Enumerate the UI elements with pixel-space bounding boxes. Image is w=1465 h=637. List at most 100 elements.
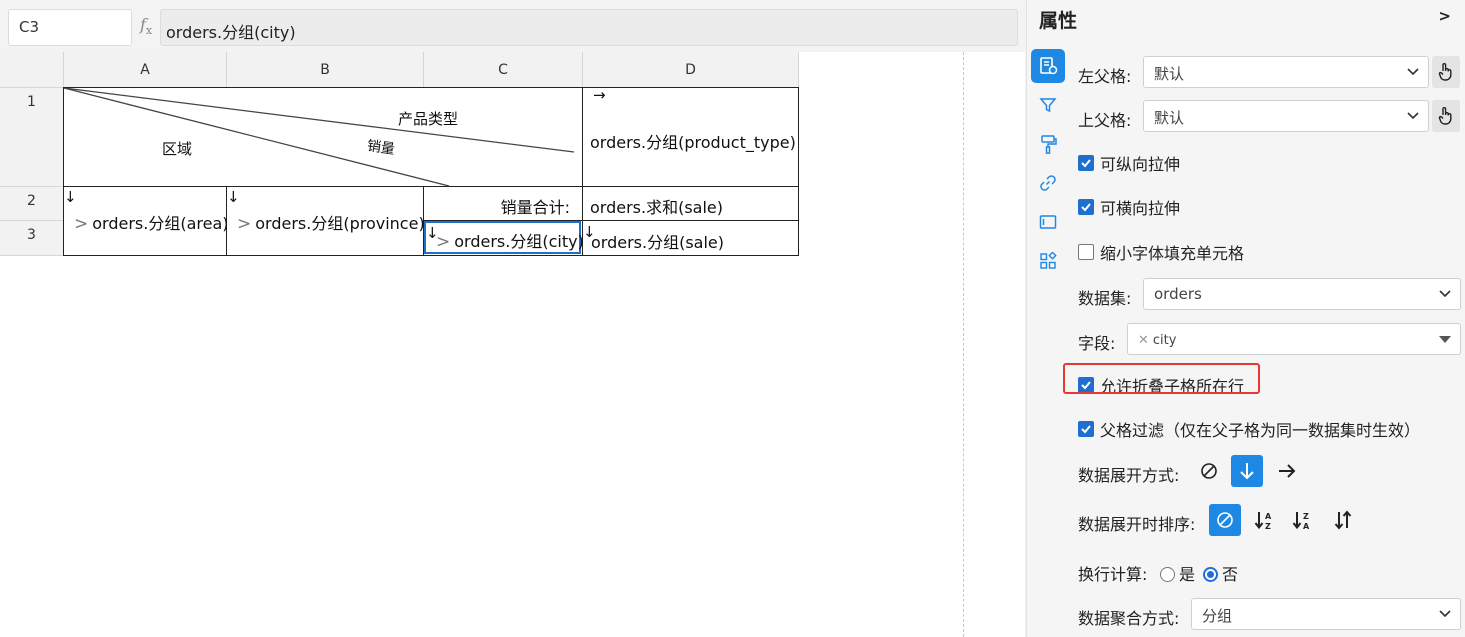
radio-checked-icon[interactable] (1203, 567, 1218, 582)
slash-label-middle: 销量 (365, 138, 396, 158)
cell-property-icon[interactable] (1031, 49, 1065, 83)
cell-b2-content: > orders.分组(province) (237, 210, 425, 234)
radio-unchecked-icon[interactable] (1160, 567, 1175, 582)
spreadsheet-grid[interactable]: A B C D 1 2 3 产品类型 销量 区域 → orders.分组(pro… (0, 52, 1025, 637)
dataset-select[interactable]: orders (1143, 278, 1461, 310)
expand-sort-label: 数据展开时排序: (1078, 515, 1196, 534)
wrap-calc-yes-label: 是 (1179, 565, 1196, 584)
sort-descending-icon[interactable]: ZA (1287, 504, 1319, 536)
top-parent-value: 默认 (1154, 109, 1185, 127)
sort-custom-icon[interactable] (1327, 504, 1359, 536)
top-parent-pick-button[interactable] (1432, 100, 1460, 132)
page-break-line (963, 52, 964, 637)
svg-text:A: A (1303, 522, 1310, 531)
aggregate-select[interactable]: 分组 (1191, 598, 1461, 630)
property-panel: 属性 > 左父格: 默认 上父格: 默认 可纵向拉伸 可横向拉伸 缩小字体填充单… (1026, 0, 1465, 637)
wrap-calc-no-radio[interactable]: 否 (1203, 561, 1238, 585)
function-icon[interactable]: fx (140, 15, 152, 37)
top-parent-select[interactable]: 默认 (1143, 100, 1429, 132)
cell-d3[interactable]: ↓ orders.分组(sale) (583, 221, 799, 256)
field-tag: city (1152, 333, 1177, 348)
extension-icon[interactable] (1031, 244, 1065, 278)
checkbox-checked-icon[interactable] (1078, 155, 1094, 171)
aggregate-value: 分组 (1202, 607, 1233, 625)
highlight-annotation-box (1063, 363, 1260, 394)
vertical-expand-arrow-icon: ↓ (64, 188, 77, 206)
caret-down-icon (1438, 332, 1452, 350)
horizontal-expand-arrow-icon: → (593, 86, 606, 104)
cell-d3-text: orders.分组(sale) (591, 233, 725, 252)
chevron-right-icon[interactable]: > (436, 232, 450, 252)
diagonal-lines (64, 88, 575, 187)
expand-vertical-icon[interactable] (1231, 455, 1263, 487)
left-parent-label: 左父格: (1078, 67, 1132, 86)
cell-c2[interactable]: 销量合计: (424, 187, 583, 221)
expand-horizontal-icon[interactable] (1271, 455, 1303, 487)
widget-icon[interactable] (1031, 205, 1065, 239)
cell-b2-text: orders.分组(province) (255, 214, 425, 233)
collapse-panel-icon[interactable]: > (1438, 7, 1451, 25)
left-parent-value: 默认 (1154, 65, 1185, 83)
svg-text:A: A (1265, 512, 1272, 521)
expand-none-icon[interactable] (1193, 455, 1225, 487)
left-parent-pick-button[interactable] (1432, 56, 1460, 88)
parent-filter-checkbox[interactable]: 父格过滤（仅在父子格为同一数据集时生效） (1078, 417, 1420, 441)
left-parent-select[interactable]: 默认 (1143, 56, 1429, 88)
filter-icon[interactable] (1031, 88, 1065, 122)
row-header-3[interactable]: 3 (0, 221, 64, 256)
chevron-right-icon[interactable]: > (237, 214, 251, 234)
column-header-c[interactable]: C (424, 52, 583, 88)
sort-none-icon[interactable] (1209, 504, 1241, 536)
shrink-font-checkbox[interactable]: 缩小字体填充单元格 (1078, 240, 1244, 264)
slash-label-bottom: 区域 (162, 140, 193, 158)
dataset-value: orders (1154, 285, 1202, 303)
cell-d1-text: orders.分组(product_type) (590, 133, 796, 152)
cell-a2-text: orders.分组(area) (92, 214, 229, 233)
cell-b2[interactable]: ↓ > orders.分组(province) (227, 187, 425, 256)
column-header-a[interactable]: A (64, 52, 227, 88)
hand-pointer-icon (1438, 107, 1452, 125)
format-brush-icon[interactable] (1031, 127, 1065, 161)
column-header-d[interactable]: D (583, 52, 799, 88)
wrap-calc-yes-radio[interactable]: 是 (1160, 561, 1195, 585)
field-select[interactable]: ✕ city (1127, 323, 1461, 355)
panel-icon-bar (1027, 46, 1067, 637)
cell-reference-box[interactable]: C3 (8, 9, 132, 46)
svg-text:Z: Z (1303, 512, 1309, 521)
link-icon[interactable] (1031, 166, 1065, 200)
cell-d1[interactable]: → orders.分组(product_type) (583, 87, 799, 187)
formula-input[interactable]: orders.分组(city) (160, 9, 1018, 46)
row-header-2[interactable]: 2 (0, 187, 64, 221)
cell-a2-content: > orders.分组(area) (74, 210, 229, 234)
hand-pointer-icon (1438, 63, 1452, 81)
slash-header-cell[interactable]: 产品类型 销量 区域 (63, 87, 583, 187)
stretch-vertical-label: 可纵向拉伸 (1100, 155, 1181, 174)
cell-d2[interactable]: orders.求和(sale) (583, 187, 799, 221)
chevron-down-icon (1406, 106, 1420, 128)
dataset-label: 数据集: (1078, 289, 1132, 308)
cell-c3-text: orders.分组(city) (454, 232, 584, 251)
chevron-down-icon (1406, 62, 1420, 84)
slash-label-top: 产品类型 (398, 110, 459, 128)
cell-c2-text: 销量合计: (500, 198, 570, 217)
checkbox-checked-icon[interactable] (1078, 421, 1094, 437)
stretch-horizontal-label: 可横向拉伸 (1100, 199, 1181, 218)
cell-a2[interactable]: ↓ > orders.分组(area) (63, 187, 229, 256)
stretch-horizontal-checkbox[interactable]: 可横向拉伸 (1078, 195, 1180, 219)
sort-ascending-icon[interactable]: AZ (1249, 504, 1281, 536)
row-header-1[interactable]: 1 (0, 88, 64, 187)
stretch-vertical-checkbox[interactable]: 可纵向拉伸 (1078, 151, 1180, 175)
vertical-expand-arrow-icon: ↓ (227, 188, 240, 206)
column-header-b[interactable]: B (227, 52, 424, 88)
grid-corner[interactable] (0, 52, 64, 88)
cell-c3[interactable]: ↓ > orders.分组(city) (424, 221, 584, 256)
panel-title: 属性 (1039, 10, 1078, 32)
cell-c3-content: > orders.分组(city) (436, 228, 584, 252)
chevron-down-icon (1438, 284, 1452, 306)
wrap-calc-label: 换行计算: (1078, 565, 1148, 584)
remove-tag-icon[interactable]: ✕ (1138, 333, 1149, 348)
checkbox-unchecked-icon[interactable] (1078, 244, 1094, 260)
chevron-right-icon[interactable]: > (74, 214, 88, 234)
checkbox-checked-icon[interactable] (1078, 199, 1094, 215)
chevron-down-icon (1438, 604, 1452, 626)
